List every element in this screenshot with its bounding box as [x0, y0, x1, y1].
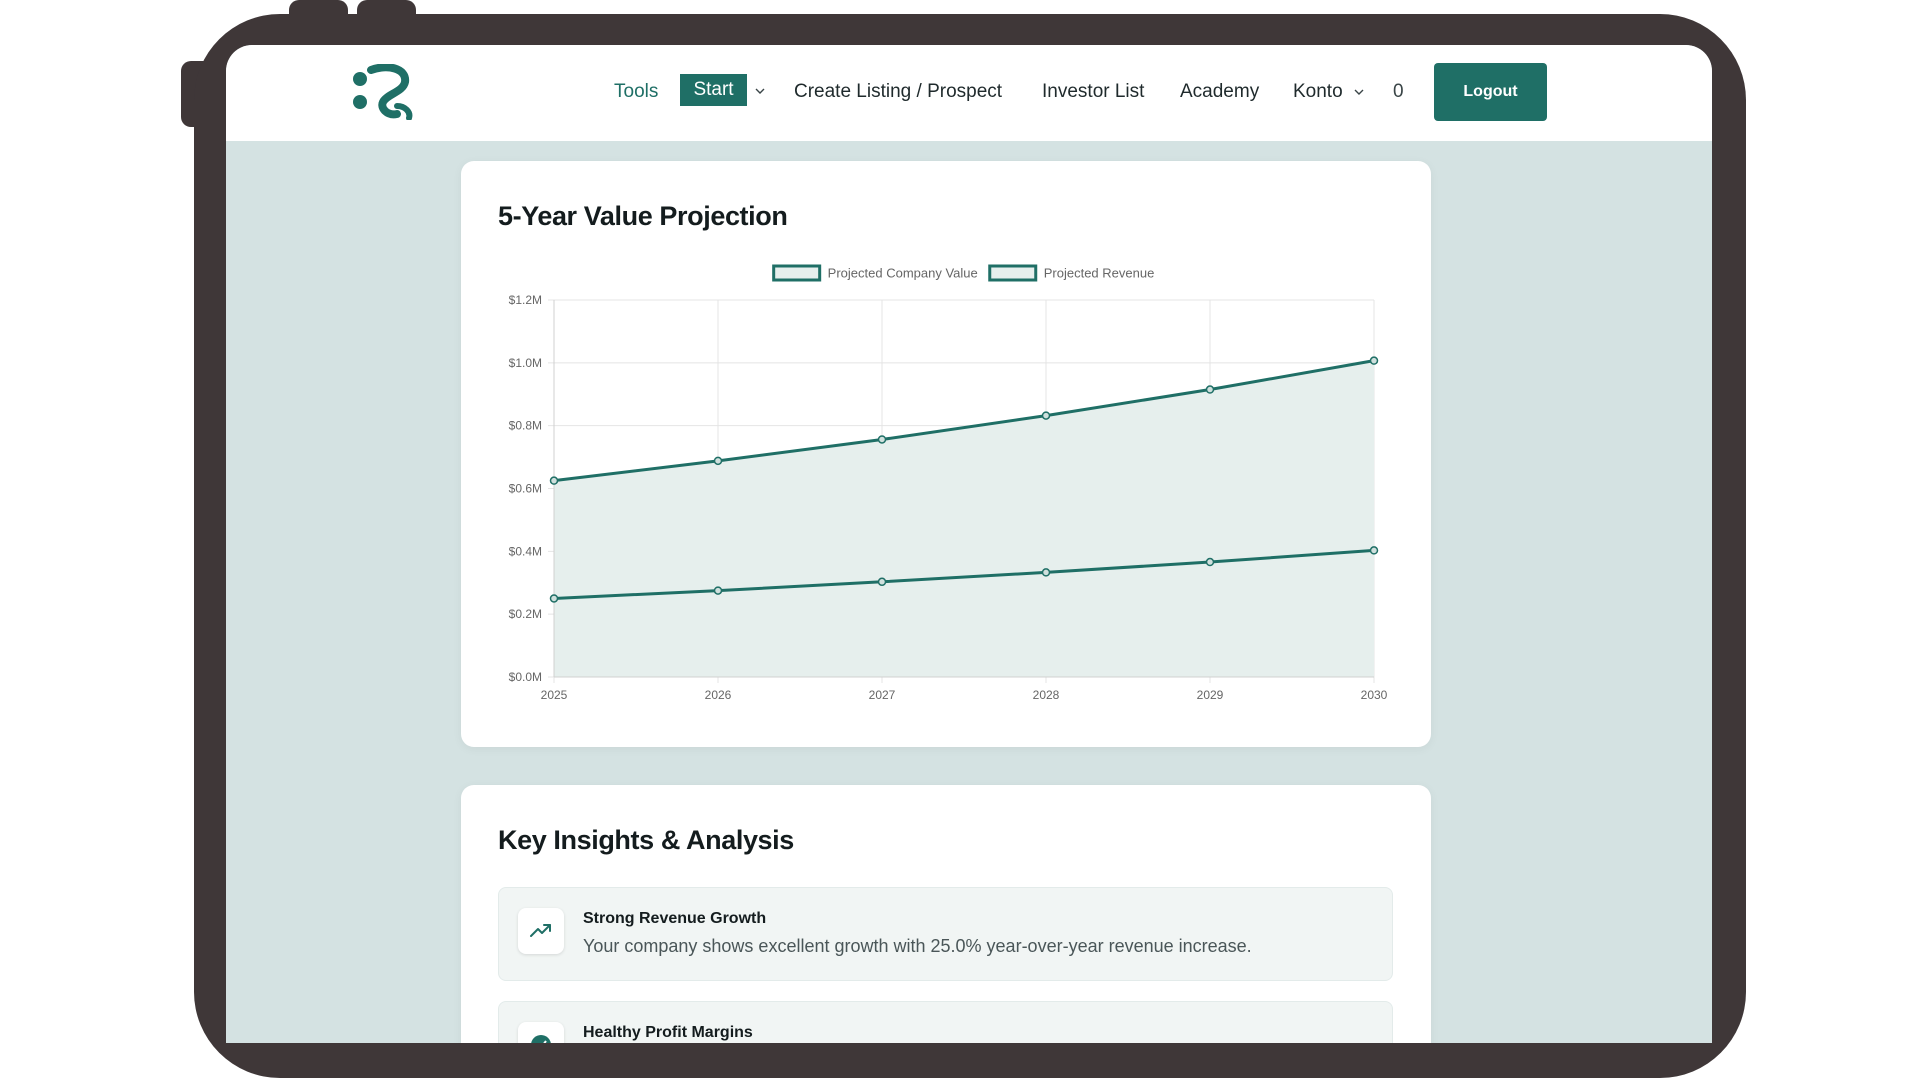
- nav-academy[interactable]: Academy: [1180, 80, 1259, 104]
- insight-title: Healthy Profit Margins: [583, 1024, 753, 1041]
- insight-item: Healthy Profit Margins: [498, 1001, 1393, 1043]
- data-point: [713, 586, 723, 595]
- x-tick-label: 2028: [1033, 688, 1060, 702]
- data-point: [1041, 568, 1051, 577]
- nav-start[interactable]: Start: [680, 74, 747, 106]
- insight-item: Strong Revenue Growth Your company shows…: [498, 887, 1393, 981]
- screen: Tools Start Create Listing / Prospect In…: [226, 45, 1712, 1043]
- legend-swatch: [772, 264, 822, 282]
- y-tick-label: $0.8M: [509, 419, 542, 433]
- data-point: [1205, 385, 1215, 394]
- chevron-down-icon[interactable]: [754, 85, 766, 97]
- projection-chart: $0.0M $0.2M $0.4M $0.6M $0.8M $1.0M $1.2M 2025 2…: [509, 264, 1388, 702]
- logout-button[interactable]: Logout: [1434, 63, 1547, 121]
- insights-card: Key Insights & Analysis Strong Revenue G…: [461, 785, 1431, 1043]
- trending-up-icon: [530, 924, 551, 937]
- nav-investor-list[interactable]: Investor List: [1042, 80, 1144, 104]
- data-point: [713, 456, 723, 466]
- data-point: [1369, 356, 1379, 365]
- y-tick-label: $0.4M: [509, 544, 542, 558]
- data-point: [877, 577, 887, 587]
- notification-count[interactable]: 0: [1393, 80, 1404, 104]
- nav-tools[interactable]: Tools: [614, 80, 658, 104]
- legend-swatch: [988, 264, 1038, 282]
- x-tick-label: 2025: [541, 688, 568, 702]
- x-tick-label: 2026: [705, 688, 732, 702]
- insight-icon-box: [518, 908, 564, 954]
- insights-title: Key Insights & Analysis: [498, 825, 794, 855]
- insight-icon-box: [518, 1022, 564, 1043]
- data-point: [877, 435, 887, 444]
- y-tick-label: $0.6M: [509, 482, 542, 496]
- x-tick-label: 2030: [1361, 688, 1388, 702]
- y-tick-label: $1.0M: [509, 356, 542, 370]
- x-tick-label: 2029: [1197, 688, 1224, 702]
- data-point: [549, 594, 559, 603]
- y-tick-label: $0.2M: [509, 607, 542, 621]
- nav-konto[interactable]: Konto: [1293, 80, 1343, 104]
- check-circle-icon: [531, 1035, 551, 1043]
- nav-create-listing[interactable]: Create Listing / Prospect: [794, 80, 1002, 104]
- legend-label: Projected Revenue: [1044, 266, 1155, 281]
- chevron-down-icon[interactable]: [1353, 86, 1365, 98]
- brand-logo[interactable]: [347, 64, 413, 120]
- data-point: [1041, 411, 1051, 420]
- navbar: Tools Start Create Listing / Prospect In…: [226, 45, 1712, 141]
- data-point: [1205, 557, 1215, 567]
- data-point: [549, 476, 559, 485]
- legend-label: Projected Company Value: [828, 266, 978, 281]
- y-tick-label: $0.0M: [509, 670, 542, 684]
- x-tick-label: 2027: [869, 688, 896, 702]
- insight-text: Your company shows excellent growth with…: [583, 936, 1252, 956]
- y-tick-label: $1.2M: [509, 293, 542, 307]
- data-point: [1369, 546, 1379, 555]
- insight-title: Strong Revenue Growth: [583, 910, 767, 927]
- projection-card: 5-Year Value Projection $0.0M $0.2M $0.4M $…: [461, 161, 1431, 747]
